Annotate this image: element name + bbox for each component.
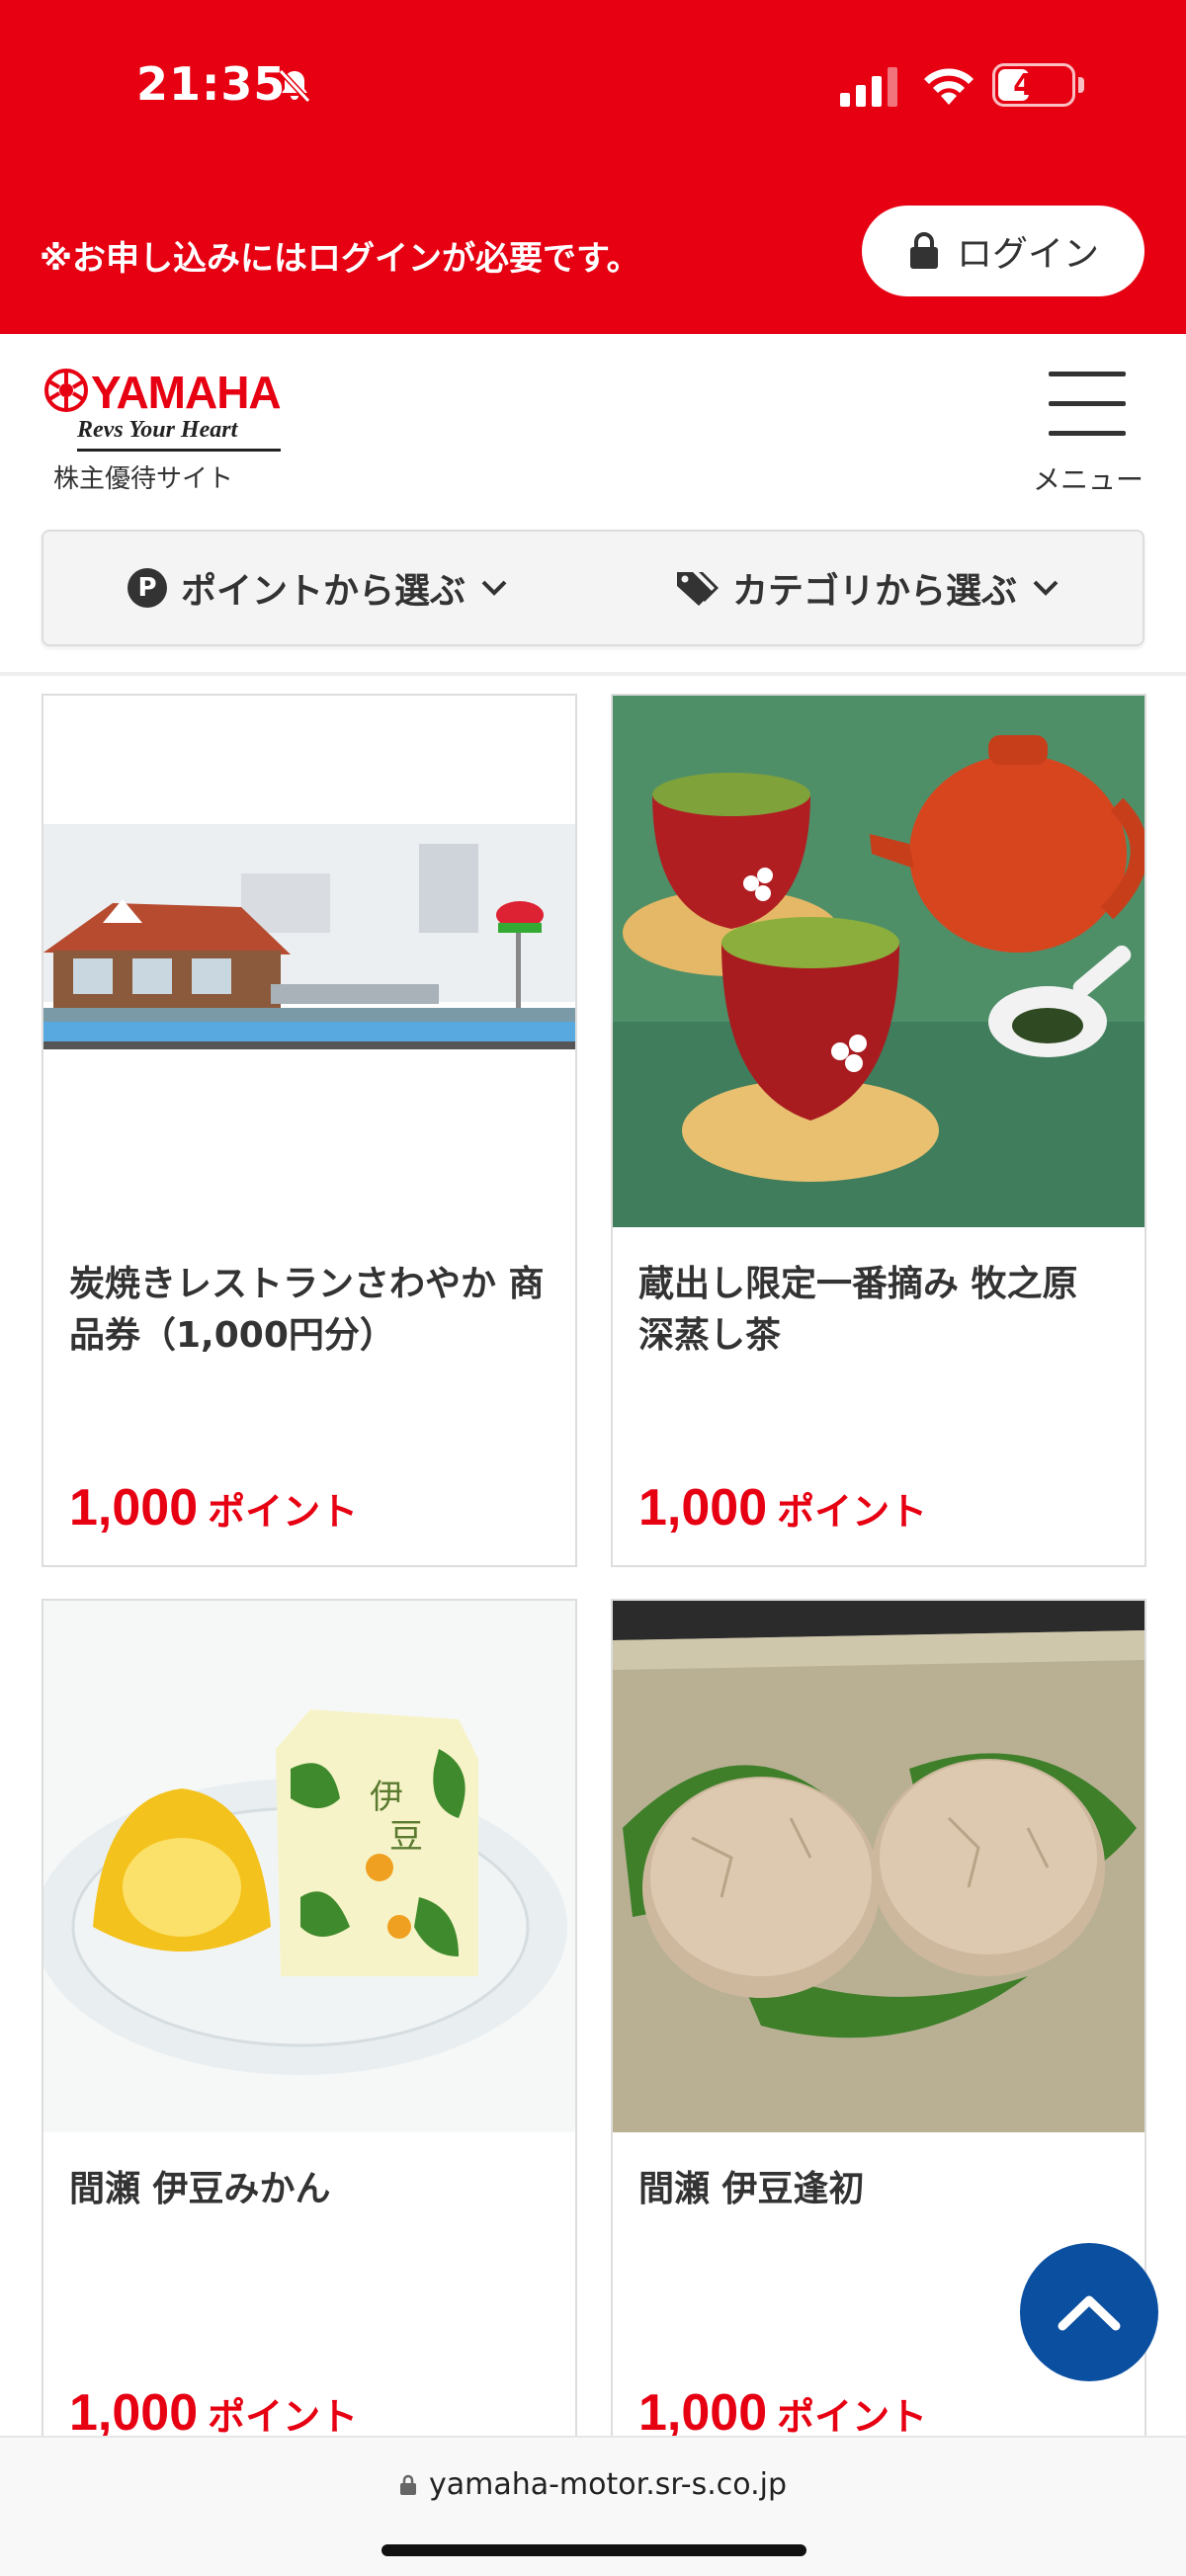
logo-tagline: Revs Your Heart [77,417,238,443]
product-price: 1,000 ポイント [69,1478,358,1537]
filter-by-points-label: ポイントから選ぶ [180,571,466,612]
product-card[interactable]: 炭焼きレストランさわやか 商品券（1,000円分） 1,000 ポイント [42,694,577,1567]
chevron-up-icon [1058,2295,1121,2331]
chevron-down-icon [1033,580,1059,596]
battery-icon: 40 [992,63,1075,107]
filter-bar: P ポイントから選ぶ カテゴリから選ぶ [42,530,1144,646]
product-name: 間瀬 伊豆逢初 [638,2169,865,2209]
filter-by-category[interactable]: カテゴリから選ぶ [593,532,1143,644]
chevron-down-icon [481,580,507,596]
top-banner: 21:35 40 ※お申し込みにはログインが必要です。 ログイン [0,0,1186,334]
lock-icon [399,2474,416,2495]
home-indicator[interactable] [381,2544,806,2556]
tag-icon [676,572,719,606]
points-icon: P [127,568,167,608]
site-subtitle: 株主優待サイト [53,464,234,494]
yamaha-tuning-fork-icon [44,369,88,412]
status-time: 21:35 [136,57,287,111]
points-unit: ポイント [777,2395,928,2439]
points-unit: ポイント [208,1490,359,1534]
svg-text:伊: 伊 [370,1778,403,1817]
wifi-icon [924,68,974,105]
menu-button[interactable]: メニュー [1024,368,1152,496]
scroll-to-top-button[interactable] [1020,2243,1158,2381]
logo-text: YAMAHA [91,367,282,418]
points-unit: ポイント [208,2395,359,2439]
browser-address-bar[interactable]: yamaha-motor.sr-s.co.jp [0,2436,1186,2576]
battery-level: 40 [1013,68,1055,103]
product-card[interactable]: 伊 豆 間瀬 伊豆みかん 1,000 ポイント [42,1599,577,2472]
product-name: 蔵出し限定一番摘み 牧之原 深蒸し茶 [638,1264,1078,1356]
product-points: 1,000 [638,2384,768,2442]
product-image-restaurant [43,696,575,1227]
filter-by-category-label: カテゴリから選ぶ [731,571,1017,612]
product-image-izu-aizome [613,1601,1144,2132]
product-points: 1,000 [69,1479,199,1537]
login-required-note: ※お申し込みにはログインが必要です。 [40,239,640,279]
site-logo[interactable]: YAMAHA Revs Your Heart 株主優待サイト [43,366,282,504]
bell-off-icon [278,68,311,104]
product-card[interactable]: 蔵出し限定一番摘み 牧之原 深蒸し茶 1,000 ポイント [611,694,1146,1567]
filter-by-points[interactable]: P ポイントから選ぶ [43,532,593,644]
product-price: 1,000 ポイント [69,2383,358,2443]
url-text: yamaha-motor.sr-s.co.jp [428,2467,788,2502]
login-button-label: ログイン [956,234,1099,275]
product-image-izu-mikan: 伊 豆 [43,1601,575,2132]
url-display[interactable]: yamaha-motor.sr-s.co.jp [0,2467,1186,2502]
menu-label: メニュー [1032,463,1144,496]
product-name: 炭焼きレストランさわやか 商品券（1,000円分） [69,1264,545,1356]
header-divider [0,672,1186,676]
product-points: 1,000 [69,2384,199,2442]
lock-icon [909,232,938,269]
product-price: 1,000 ポイント [638,2383,927,2443]
login-button[interactable]: ログイン [862,206,1144,296]
product-name: 間瀬 伊豆みかん [69,2169,331,2209]
product-points: 1,000 [638,1479,768,1537]
points-unit: ポイント [777,1490,928,1534]
product-image-tea [613,696,1144,1227]
hamburger-icon [1049,372,1126,376]
product-price: 1,000 ポイント [638,1478,927,1537]
svg-text:豆: 豆 [389,1817,423,1857]
cellular-signal-icon [840,67,897,107]
